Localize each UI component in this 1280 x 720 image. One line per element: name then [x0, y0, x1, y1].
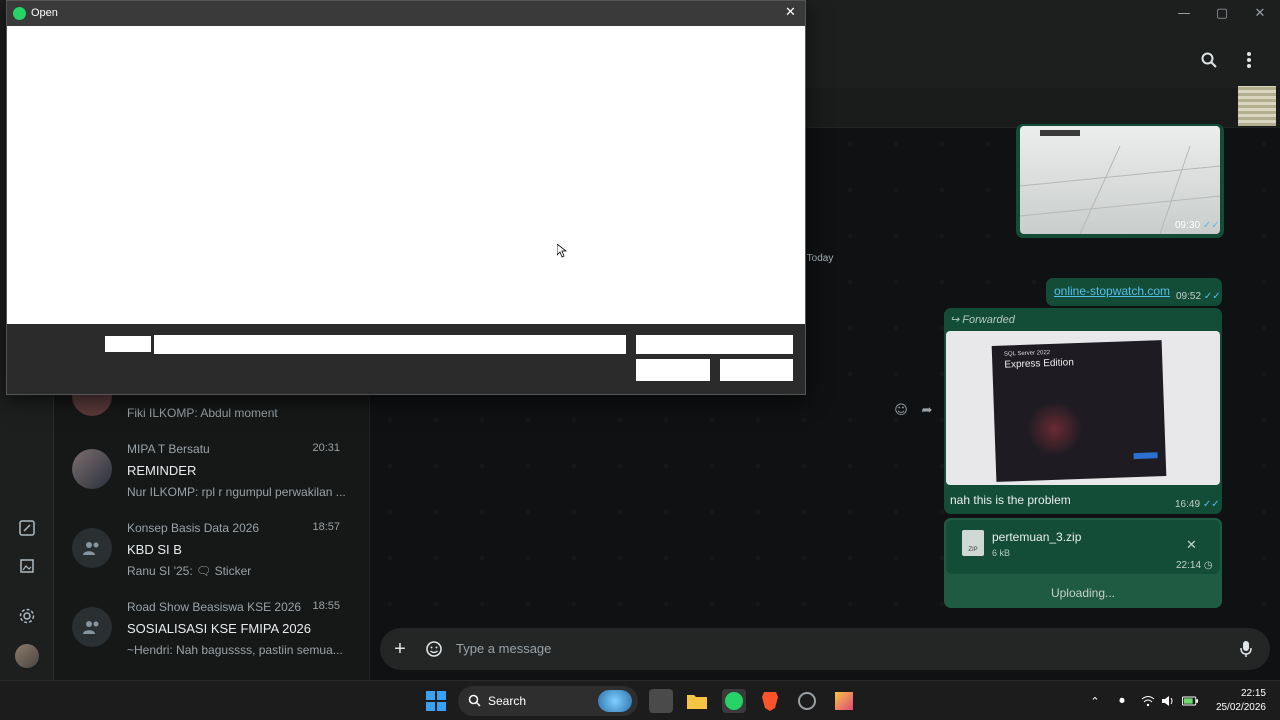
message-time: 16:49: [1175, 499, 1201, 510]
cancel-upload-icon[interactable]: ✕: [1186, 538, 1197, 553]
chat-list-item[interactable]: MIPA T Bersatu 20:31 REMINDER Nur ILKOMP…: [54, 437, 369, 517]
link-message[interactable]: online-stopwatch.com 09:52 ✓✓: [1046, 278, 1222, 306]
read-ticks-icon: ✓✓: [1202, 499, 1220, 510]
message-time: 22:14: [1176, 560, 1202, 571]
start-windows-icon[interactable]: [424, 689, 448, 713]
open-file-dialog: Open ✕: [6, 0, 806, 395]
chat-community-name: Konsep Basis Data 2026: [127, 521, 260, 535]
stopwatch-link[interactable]: online-stopwatch.com: [1054, 284, 1170, 298]
message-time: 09:52: [1176, 291, 1202, 302]
windows-taskbar: Search ⌃ ⏺ 22:15 25/02/2026: [0, 680, 1280, 720]
message-time: 09:30: [1175, 220, 1201, 231]
whatsapp-logo-icon: [13, 7, 26, 20]
screen-dialog-overlay: SQL Server 2022 Express Edition: [991, 340, 1167, 482]
chat-title: SOSIALISASI KSE FMIPA 2026: [127, 621, 312, 636]
search-icon: [468, 694, 481, 707]
wifi-icon[interactable]: [1140, 693, 1156, 709]
chat-list-item[interactable]: Konsep Basis Data 2026 18:57 KBD SI B Ra…: [54, 516, 369, 596]
microphone-tray-icon[interactable]: ⏺: [1114, 693, 1130, 709]
chat-community-name: Road Show Beasiswa KSE 2026: [127, 600, 302, 614]
clock-time: 22:15: [1240, 688, 1266, 699]
chat-community-name: MIPA T Bersatu: [127, 442, 210, 456]
chat-last-message: Ranu SI '25: 🗨 Sticker: [127, 564, 252, 578]
message-caption: nah this is the problem: [950, 493, 1071, 507]
sticker-emoji-icon[interactable]: [422, 637, 446, 661]
group-icon: [72, 528, 112, 568]
file-explorer-icon[interactable]: [685, 689, 709, 713]
open-button[interactable]: [636, 359, 710, 381]
chrome-app-icon[interactable]: [795, 689, 819, 713]
media-gallery-icon[interactable]: [15, 554, 39, 578]
close-window-button[interactable]: ✕: [1241, 0, 1279, 26]
microphone-icon[interactable]: [1234, 637, 1258, 661]
read-ticks-icon: ✓✓: [1203, 291, 1221, 302]
upload-status: Uploading...: [1050, 586, 1116, 600]
taskbar-search[interactable]: Search: [458, 686, 638, 716]
brave-browser-icon[interactable]: [758, 689, 782, 713]
battery-icon[interactable]: [1182, 693, 1198, 709]
snipping-tool-icon[interactable]: [832, 689, 856, 713]
volume-icon[interactable]: [1160, 693, 1176, 709]
chat-last-message: ~Hendri: Nah bagussss, pastiin semua...: [127, 643, 343, 657]
message-composer: + Type a message: [380, 628, 1270, 670]
file-size: 6 kB: [992, 548, 1011, 558]
photo-screen[interactable]: SQL Server 2022 Express Edition: [946, 331, 1220, 485]
pinned-thumbnail[interactable]: [1238, 86, 1276, 126]
chat-last-message: Fiki ILKOMP: Abdul moment: [127, 406, 278, 420]
show-hidden-icons-chevron[interactable]: ⌃: [1087, 693, 1103, 709]
forward-icon[interactable]: ➦: [918, 401, 936, 419]
file-name-label: [105, 336, 151, 352]
chat-title: REMINDER: [127, 463, 197, 478]
forwarded-label: ↪ Forwarded: [950, 314, 1015, 326]
minimize-button[interactable]: —: [1165, 0, 1203, 26]
dialog-title-bar: Open ✕: [7, 1, 805, 26]
mouse-cursor-icon: [557, 244, 567, 258]
dialog-footer: [7, 324, 805, 394]
maximize-button[interactable]: ▢: [1203, 0, 1241, 26]
file-name-input[interactable]: [154, 335, 626, 354]
whatsapp-taskbar-icon[interactable]: [722, 689, 746, 713]
system-clock[interactable]: 22:15 25/02/2026: [1216, 687, 1266, 715]
chat-list-item[interactable]: Road Show Beasiswa KSE 2026 18:55 SOSIAL…: [54, 595, 369, 675]
search-icon[interactable]: [1197, 48, 1221, 72]
search-label: Search: [488, 694, 527, 708]
chat-title: KBD SI B: [127, 542, 182, 557]
search-highlight-icon: [598, 690, 632, 712]
task-view-icon[interactable]: [649, 689, 673, 713]
chat-last-message: Nur ILKOMP: rpl r ngumpul perwakilan ...: [127, 485, 346, 499]
group-icon: [72, 607, 112, 647]
file-name: pertemuan_3.zip: [992, 530, 1082, 544]
image-message[interactable]: 09:30 ✓✓: [1016, 124, 1224, 238]
file-card[interactable]: ZIP pertemuan_3.zip 6 kB ✕ 22:14 ◷: [946, 520, 1220, 574]
more-options-icon[interactable]: [1237, 48, 1261, 72]
forwarded-image-message[interactable]: ↪ Forwarded SQL Server 2022 Express Edit…: [944, 308, 1222, 514]
cancel-button[interactable]: [720, 359, 793, 381]
attach-plus-icon[interactable]: +: [388, 637, 412, 661]
read-ticks-icon: ✓✓: [1202, 220, 1220, 231]
emoji-react-icon[interactable]: ☺: [892, 401, 910, 419]
group-avatar: [72, 449, 112, 489]
settings-gear-icon[interactable]: [15, 604, 39, 628]
edit-icon[interactable]: [15, 516, 39, 540]
pending-clock-icon: ◷: [1203, 560, 1213, 571]
chat-time: 18:55: [312, 600, 340, 612]
dialog-title: Open: [31, 7, 58, 19]
dialog-close-icon[interactable]: ✕: [785, 5, 796, 20]
file-type-select[interactable]: [636, 335, 793, 354]
file-browser-area[interactable]: [7, 26, 805, 324]
message-input[interactable]: Type a message: [456, 641, 551, 656]
file-message[interactable]: ZIP pertemuan_3.zip 6 kB ✕ 22:14 ◷ Uploa…: [944, 518, 1222, 608]
clock-date: 25/02/2026: [1215, 702, 1266, 713]
chat-time: 18:57: [312, 521, 340, 533]
zip-file-icon: ZIP: [962, 530, 984, 556]
photo-floor[interactable]: [1020, 126, 1220, 234]
profile-avatar[interactable]: [15, 644, 39, 668]
chat-time: 20:31: [312, 442, 340, 454]
